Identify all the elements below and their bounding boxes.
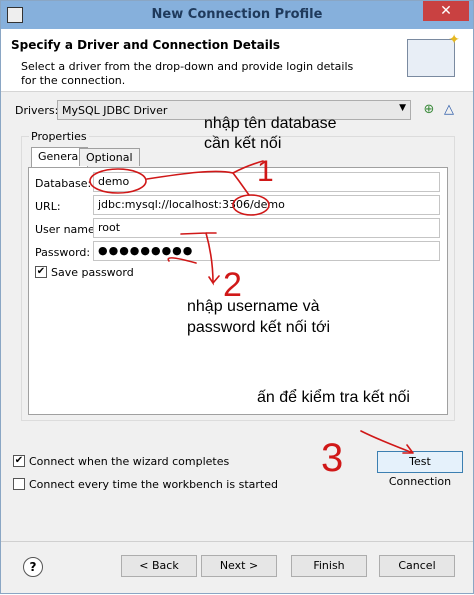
drivers-label: Drivers: bbox=[15, 104, 59, 117]
connect-when-complete-checkbox[interactable]: ✔ bbox=[13, 455, 25, 467]
next-button[interactable]: Next > bbox=[201, 555, 277, 577]
edit-driver-icon[interactable]: △ bbox=[441, 102, 457, 118]
cancel-button[interactable]: Cancel bbox=[379, 555, 455, 577]
database-label: Database: bbox=[35, 177, 92, 190]
window-title: New Connection Profile bbox=[151, 7, 323, 22]
back-button[interactable]: < Back bbox=[121, 555, 197, 577]
password-field[interactable]: ●●●●●●●●● bbox=[93, 241, 440, 261]
dialog-window: New Connection Profile ✕ Specify a Drive… bbox=[0, 0, 474, 594]
wizard-banner-icon bbox=[407, 32, 460, 77]
arrow-mark-3 bbox=[360, 430, 414, 454]
username-field[interactable]: root bbox=[93, 218, 440, 238]
annotation-test-connection: ấn để kiểm tra kết nối bbox=[257, 389, 410, 406]
drivers-selected-value: MySQL JDBC Driver bbox=[62, 104, 168, 117]
annotation-credentials-line2: password kết nối tới bbox=[187, 319, 330, 336]
help-icon[interactable]: ? bbox=[23, 557, 43, 577]
footer-separator bbox=[1, 541, 473, 542]
annotation-credentials-line1: nhập username và bbox=[187, 298, 320, 315]
url-field[interactable]: jdbc:mysql://localhost:3306/demo bbox=[93, 195, 440, 215]
chevron-down-icon: ▼ bbox=[399, 103, 406, 113]
annotation-database-line1: nhập tên database bbox=[204, 115, 337, 132]
password-label: Password: bbox=[35, 246, 91, 259]
test-connection-button[interactable]: Test Connection bbox=[377, 451, 463, 488]
header-title: Specify a Driver and Connection Details bbox=[11, 38, 281, 52]
connect-every-time-label: Connect every time the workbench is star… bbox=[29, 478, 278, 491]
new-driver-icon[interactable]: ⊕ bbox=[421, 102, 437, 118]
save-password-checkbox[interactable]: ✔ bbox=[35, 266, 47, 278]
tab-optional[interactable]: Optional bbox=[79, 148, 140, 166]
title-bar: New Connection Profile ✕ bbox=[1, 1, 473, 29]
wizard-header: Specify a Driver and Connection Details … bbox=[1, 29, 473, 92]
close-button[interactable]: ✕ bbox=[423, 1, 469, 21]
annotation-number-3: 3 bbox=[321, 436, 343, 480]
connect-every-time-checkbox[interactable] bbox=[13, 478, 25, 490]
connect-when-complete-label: Connect when the wizard completes bbox=[29, 455, 230, 468]
database-field[interactable]: demo bbox=[93, 172, 440, 192]
annotation-database-line2: cần kết nối bbox=[204, 135, 282, 152]
properties-group-label: Properties bbox=[29, 130, 89, 143]
header-description: Select a driver from the drop-down and p… bbox=[21, 60, 354, 87]
finish-button[interactable]: Finish bbox=[291, 555, 367, 577]
username-label: User name: bbox=[35, 223, 99, 236]
url-label: URL: bbox=[35, 200, 61, 213]
save-password-label: Save password bbox=[51, 266, 134, 279]
